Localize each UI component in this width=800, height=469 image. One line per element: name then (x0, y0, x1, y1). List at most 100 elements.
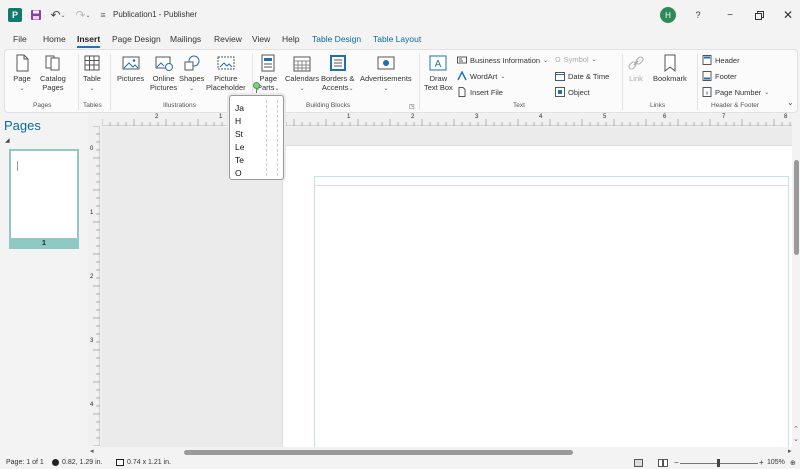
object-position-value: 0.82, 1.29 in. (62, 459, 103, 466)
minimize-button[interactable]: − (723, 8, 737, 22)
picture-placeholder-icon (217, 56, 235, 70)
catalog-pages-label-1: Catalog (40, 74, 66, 83)
zoom-level[interactable]: 105% (767, 459, 785, 466)
table-column-guides (266, 100, 278, 176)
header-button[interactable]: Header (702, 55, 740, 65)
selected-table-text-box[interactable]: Ja H St Le Te O (229, 95, 284, 180)
business-information-label: Business Information (470, 55, 541, 65)
table-cell-text[interactable]: St (235, 129, 243, 139)
shapes-button[interactable]: Shapes ⌄ (179, 54, 204, 94)
save-button[interactable] (29, 8, 43, 22)
single-page-view-button[interactable] (634, 459, 643, 467)
table-cell-text[interactable]: O (235, 168, 242, 178)
tab-table-design[interactable]: Table Design (312, 34, 361, 44)
collapse-triangle-icon[interactable]: ◢ (5, 137, 10, 144)
customize-toolbar-button[interactable]: ≡ (98, 8, 108, 22)
tab-insert[interactable]: Insert (77, 34, 101, 48)
calendar-icon (293, 56, 311, 72)
wordart-icon (457, 71, 467, 81)
tab-view[interactable]: View (252, 34, 270, 44)
horizontal-ruler[interactable]: 2 1 0 1 2 3 4 5 6 7 8 (102, 114, 792, 126)
publication-page[interactable] (282, 145, 792, 447)
tab-mailings[interactable]: Mailings (170, 34, 201, 44)
scroll-down-icon[interactable]: ⌄ (793, 435, 799, 443)
chevron-down-icon: ⌄ (299, 86, 305, 92)
ribbon: Page ⌄ Catalog Pages Pages Table ⌄ Tables P… (4, 49, 798, 113)
help-button[interactable]: ? (692, 8, 704, 22)
advertisements-button[interactable]: Advertisements ⌄ (360, 54, 412, 94)
two-page-view-button[interactable] (658, 459, 668, 467)
scroll-up-icon[interactable]: ⌃ (793, 425, 799, 433)
vertical-ruler[interactable]: 0 1 2 3 4 (88, 126, 100, 446)
borders-accents-button[interactable]: Borders & Accents⌄ (321, 54, 354, 94)
scroll-left-icon[interactable]: ◂ (90, 447, 94, 455)
symbol-button[interactable]: Ω Symbol ⌄ (555, 55, 597, 64)
page-parts-icon (261, 54, 275, 72)
catalog-pages-button[interactable]: Catalog Pages (40, 54, 66, 92)
table-cell-text[interactable]: Te (235, 155, 244, 165)
tab-table-layout[interactable]: Table Layout (373, 34, 421, 44)
restore-button[interactable] (752, 8, 766, 22)
picture-placeholder-button[interactable]: Picture Placeholder (206, 54, 246, 92)
page-indicator[interactable]: Page: 1 of 1 (6, 459, 44, 466)
thumbnail-textbox-preview (17, 161, 19, 171)
ruler-label: 6 (663, 114, 667, 120)
tab-page-design[interactable]: Page Design (112, 34, 161, 44)
horizontal-scroll-thumb[interactable] (184, 450, 573, 455)
date-time-button[interactable]: Date & Time (555, 71, 609, 81)
header-icon (702, 55, 712, 65)
online-pictures-label-2: Pictures (150, 83, 178, 92)
zoom-slider-thumb[interactable] (717, 459, 720, 467)
online-pictures-label-1: Online (152, 74, 175, 83)
footer-button[interactable]: Footer (702, 71, 737, 81)
group-label-links: Links (650, 102, 666, 109)
table-cell-text[interactable]: H (235, 116, 241, 126)
page-button[interactable]: Page ⌄ (13, 54, 31, 94)
table-cell-text[interactable]: Le (235, 142, 244, 152)
business-information-button[interactable]: Business Information ⌄ (457, 55, 548, 65)
bookmark-button[interactable]: Bookmark (653, 54, 687, 83)
table-icon (84, 55, 100, 71)
table-button[interactable]: Table ⌄ (83, 54, 101, 94)
insert-file-label: Insert File (470, 87, 503, 97)
scroll-right-icon[interactable]: ▸ (788, 447, 792, 455)
rotate-handle[interactable] (253, 82, 260, 89)
ruler-label: 8 (784, 114, 788, 120)
ruler-label: 7 (722, 114, 726, 120)
collapse-ribbon-button[interactable]: ⌄ (787, 98, 794, 107)
header-label: Header (715, 55, 740, 65)
object-position: 0.82, 1.29 in. (52, 459, 102, 466)
tab-home[interactable]: Home (43, 34, 66, 44)
tab-help[interactable]: Help (282, 34, 299, 44)
draw-text-box-button[interactable]: A Draw Text Box (424, 54, 453, 92)
group-label-pages: Pages (33, 102, 52, 109)
table-cell-text[interactable]: Ja (235, 103, 244, 113)
close-button[interactable]: ✕ (781, 8, 795, 22)
draw-text-box-label-1: Draw (429, 74, 448, 83)
wordart-button[interactable]: WordArt ⌄ (457, 71, 505, 81)
online-pictures-button[interactable]: Online Pictures (150, 54, 177, 92)
page-thumbnail-number: 1 (9, 238, 79, 249)
zoom-in-button[interactable]: + (759, 458, 764, 467)
pictures-button[interactable]: Pictures (117, 54, 144, 83)
redo-button[interactable]: ↷ ⌄ (72, 8, 94, 22)
page-parts-button[interactable]: Page Parts⌄ (257, 54, 280, 94)
page-thumbnail[interactable] (9, 149, 79, 249)
tab-review[interactable]: Review (214, 34, 242, 44)
avatar[interactable]: H (660, 7, 676, 23)
object-button[interactable]: Object (555, 87, 590, 97)
fit-page-button[interactable]: ⊕ (790, 459, 796, 467)
link-button[interactable]: Link (627, 54, 645, 83)
insert-file-button[interactable]: Insert File (457, 87, 503, 97)
dialog-launcher-icon[interactable]: ◳ (409, 103, 415, 110)
page-number-button[interactable]: # Page Number ⌄ (702, 87, 769, 97)
ruler-label: 2 (155, 114, 159, 120)
picture-placeholder-label-1: Picture (214, 74, 238, 83)
vertical-scroll-thumb[interactable] (794, 160, 799, 255)
tab-file[interactable]: File (13, 34, 27, 44)
shapes-icon (184, 55, 200, 71)
zoom-out-button[interactable]: − (674, 458, 679, 467)
undo-button[interactable]: ↶ ⌄ (47, 8, 69, 22)
document-canvas[interactable] (101, 127, 792, 447)
calendars-button[interactable]: Calendars ⌄ (285, 54, 319, 94)
